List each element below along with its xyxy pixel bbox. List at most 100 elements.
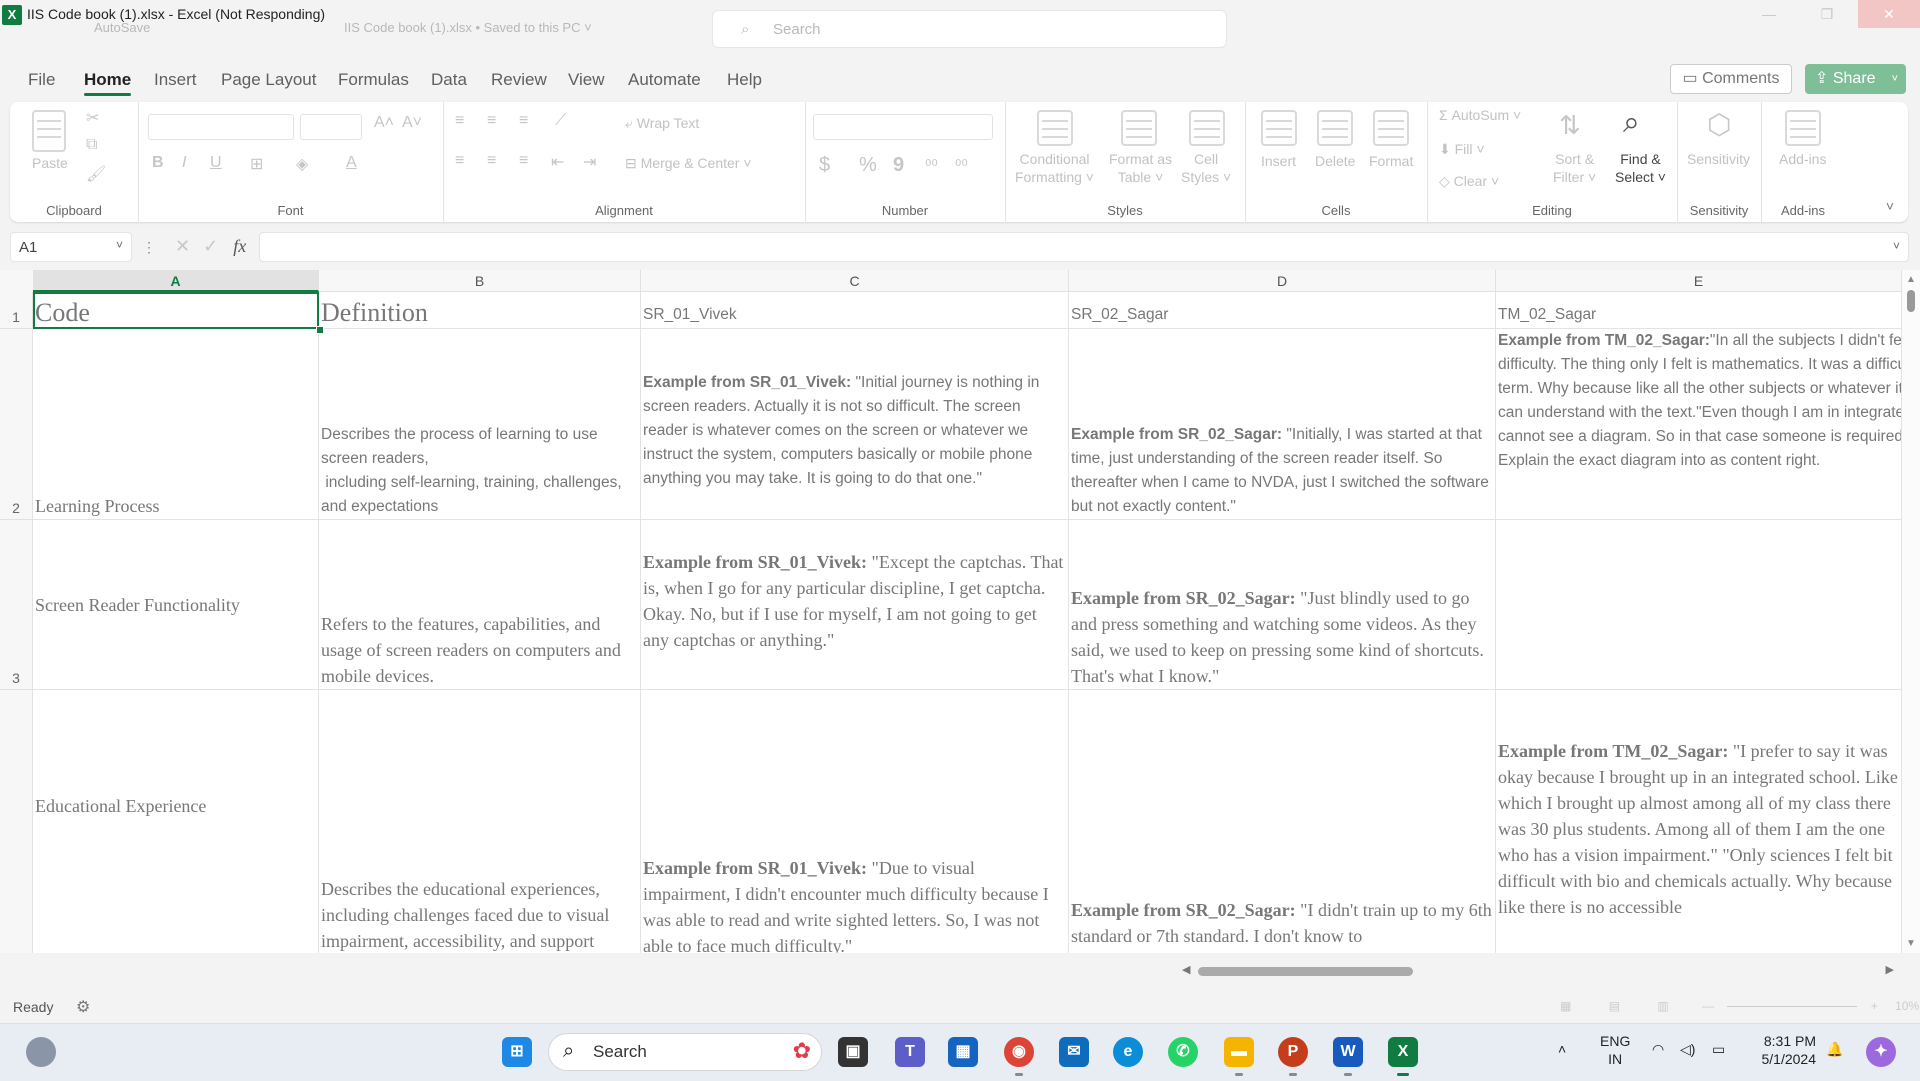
cell-e1[interactable]: TM_02_Sagar (1496, 292, 1902, 329)
column-header-a[interactable]: A (33, 270, 319, 292)
autosum-button[interactable]: Σ AutoSum ˅ (1439, 106, 1521, 124)
accessibility-icon[interactable]: ⚙ (76, 997, 90, 1017)
clear-button[interactable]: ◇ Clear ˅ (1439, 172, 1499, 190)
font-size-dropdown[interactable] (300, 114, 362, 140)
wrap-text-button[interactable]: ⤶ Wrap Text (625, 114, 699, 132)
edge-icon[interactable]: e (1113, 1037, 1143, 1067)
cell-a1[interactable]: Code (33, 292, 319, 329)
tray-overflow-icon[interactable]: ˄ (1558, 1040, 1566, 1058)
zoom-in-icon[interactable]: + (1871, 999, 1878, 1013)
align-middle-icon[interactable]: ≡ (487, 112, 496, 130)
horizontal-scroll-thumb[interactable] (1198, 967, 1413, 976)
start-icon[interactable]: ⊞ (502, 1037, 532, 1067)
currency-button[interactable]: $ (819, 154, 830, 177)
cell-c1[interactable]: SR_01_Vivek (641, 292, 1069, 329)
store-icon[interactable]: ▦ (948, 1037, 978, 1067)
paste-button[interactable]: Paste (32, 154, 68, 172)
normal-view-icon[interactable]: ▦ (1560, 999, 1571, 1013)
align-left-icon[interactable]: ≡ (455, 152, 464, 170)
share-button[interactable]: ⇪ Share ˅ (1805, 64, 1906, 94)
battery-icon[interactable]: ▭ (1712, 1040, 1725, 1058)
vertical-scroll-thumb[interactable] (1907, 290, 1915, 312)
cell-e3[interactable] (1496, 520, 1902, 690)
cell-b3[interactable]: Refers to the features, capabilities, an… (319, 520, 641, 690)
row-header-4[interactable] (0, 690, 33, 953)
clock[interactable]: 8:31 PM 5/1/2024 (1752, 1032, 1817, 1068)
cell-c3[interactable]: Example from SR_01_Vivek: "Except the ca… (641, 520, 1069, 690)
row-header-2[interactable]: 2 (0, 329, 33, 520)
number-format-dropdown[interactable] (813, 114, 993, 140)
cell-c4[interactable]: Example from SR_01_Vivek: "Due to visual… (641, 690, 1069, 953)
copy-icon[interactable]: ⧉ (86, 136, 97, 154)
word-icon[interactable]: W (1333, 1037, 1363, 1067)
tab-formulas[interactable]: Formulas (338, 70, 409, 90)
cell-b4[interactable]: Describes the educational experiences, i… (319, 690, 641, 953)
increase-font-icon[interactable]: A˄ (374, 114, 394, 132)
delete-cells-button[interactable]: Delete (1315, 152, 1355, 170)
increase-indent-icon[interactable]: ⇥ (583, 152, 596, 172)
conditional-formatting-button[interactable]: Conditional Formatting ˅ (1015, 150, 1094, 186)
scroll-up-icon[interactable]: ▲ (1906, 274, 1916, 285)
find-select-button[interactable]: Find & Select ˅ (1615, 150, 1666, 186)
task-view-icon[interactable]: ▣ (838, 1037, 868, 1067)
file-explorer-icon[interactable]: ▬ (1224, 1037, 1254, 1067)
powerpoint-icon[interactable]: P (1278, 1037, 1308, 1067)
select-all-corner[interactable] (0, 270, 34, 293)
sensitivity-button[interactable]: Sensitivity (1687, 150, 1750, 168)
borders-icon[interactable]: ⊞ (250, 154, 263, 174)
zoom-out-icon[interactable]: — (1702, 999, 1714, 1013)
align-right-icon[interactable]: ≡ (519, 152, 528, 170)
page-layout-view-icon[interactable]: ▤ (1609, 999, 1620, 1013)
italic-button[interactable]: I (182, 154, 186, 172)
orientation-icon[interactable]: ⟋ (555, 112, 566, 130)
format-painter-icon[interactable]: 🖌 (86, 164, 106, 184)
cell-a4[interactable]: Educational Experience (33, 690, 319, 953)
notifications-icon[interactable]: 🔔 (1826, 1040, 1843, 1058)
row-header-3[interactable]: 3 (0, 520, 33, 690)
cell-e4[interactable]: Example from TM_02_Sagar: "I prefer to s… (1496, 690, 1902, 953)
chrome-icon[interactable]: ◉ (1004, 1037, 1034, 1067)
cell-b2[interactable]: Describes the process of learning to use… (319, 329, 641, 520)
scroll-down-icon[interactable]: ▼ (1906, 938, 1916, 949)
format-cells-button[interactable]: Format (1369, 152, 1413, 170)
align-top-icon[interactable]: ≡ (455, 112, 464, 130)
percent-button[interactable]: % (859, 154, 877, 177)
weather-widget-icon[interactable] (26, 1037, 56, 1067)
copilot-icon[interactable]: ✦ (1866, 1037, 1896, 1067)
font-color-icon[interactable]: A (346, 154, 357, 172)
tab-insert[interactable]: Insert (154, 70, 197, 90)
horizontal-scrollbar[interactable]: ◀ ▶ (1178, 963, 1898, 979)
enter-icon[interactable]: ✓ (203, 236, 218, 256)
cell-a2[interactable]: Learning Process (33, 329, 319, 520)
vertical-scrollbar[interactable]: ▲ ▼ (1902, 270, 1920, 953)
name-box[interactable]: A1 ˅ (10, 232, 132, 262)
cell-a3[interactable]: Screen Reader Functionality (33, 520, 319, 690)
cell-styles-button[interactable]: Cell Styles ˅ (1181, 150, 1231, 186)
page-break-view-icon[interactable]: ▥ (1657, 999, 1668, 1013)
column-header-d[interactable]: D (1069, 270, 1496, 292)
bold-button[interactable]: B (152, 154, 164, 172)
volume-icon[interactable]: ◁) (1680, 1040, 1695, 1058)
cell-d2[interactable]: Example from SR_02_Sagar: "Initially, I … (1069, 329, 1496, 520)
tab-home[interactable]: Home (84, 70, 132, 96)
fill-handle[interactable] (316, 326, 324, 334)
cancel-icon[interactable]: ✕ (175, 236, 190, 256)
mail-icon[interactable]: ✉ (1059, 1037, 1089, 1067)
comma-button[interactable]: 9 (893, 154, 904, 177)
comments-button[interactable]: ▭ Comments (1670, 64, 1792, 94)
row-header-1[interactable]: 1 (0, 292, 33, 329)
column-header-b[interactable]: B (319, 270, 641, 292)
format-as-table-button[interactable]: Format as Table ˅ (1109, 150, 1172, 186)
cell-e2[interactable]: Example from TM_02_Sagar:"In all the sub… (1496, 329, 1902, 520)
scroll-left-icon[interactable]: ◀ (1182, 963, 1190, 976)
underline-button[interactable]: U (210, 154, 222, 172)
ribbon-collapse-icon[interactable]: ˅ (1886, 198, 1894, 214)
cell-b1[interactable]: Definition (319, 292, 641, 329)
tab-file[interactable]: File (28, 70, 55, 90)
insert-cells-button[interactable]: Insert (1261, 152, 1296, 170)
more-options-icon[interactable]: ⋮ (142, 239, 156, 255)
sort-filter-button[interactable]: Sort & Filter ˅ (1553, 150, 1596, 186)
tab-review[interactable]: Review (491, 70, 547, 90)
decrease-decimal-icon[interactable]: ⁰⁰ (955, 156, 968, 176)
cell-d1[interactable]: SR_02_Sagar (1069, 292, 1496, 329)
